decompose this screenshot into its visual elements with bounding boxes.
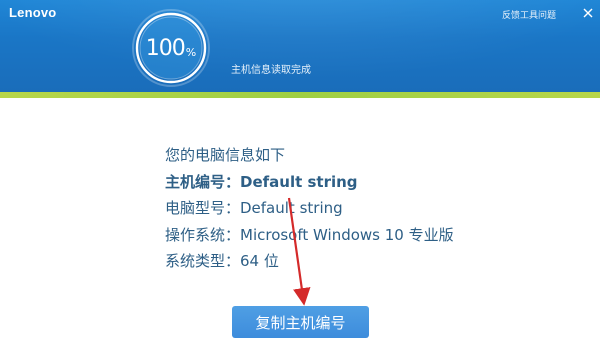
app-window: Lenovo 反馈工具问题 100% 主机信息读取完成 您的电脑信息如下 主机编…	[0, 0, 600, 348]
progress-unit: %	[185, 45, 197, 59]
info-model: 电脑型号：Default string	[165, 199, 343, 217]
status-text: 主机信息读取完成	[231, 65, 311, 76]
copy-host-id-button[interactable]: 复制主机编号	[232, 306, 369, 338]
info-host-id: 主机编号：Default string	[165, 172, 358, 191]
accent-strip	[0, 92, 600, 98]
progress-value: 100	[145, 35, 186, 61]
feedback-link[interactable]: 反馈工具问题	[502, 8, 556, 21]
info-intro: 您的电脑信息如下	[165, 146, 286, 164]
info-panel: 您的电脑信息如下 主机编号：Default string 电脑型号：Defaul…	[165, 142, 454, 275]
lenovo-logo: Lenovo	[9, 5, 57, 20]
info-system-type: 系统类型：64 位	[165, 252, 279, 270]
close-icon[interactable]	[582, 7, 594, 19]
progress-readout: 100%	[131, 8, 211, 88]
info-os: 操作系统：Microsoft Windows 10 专业版	[165, 225, 454, 244]
